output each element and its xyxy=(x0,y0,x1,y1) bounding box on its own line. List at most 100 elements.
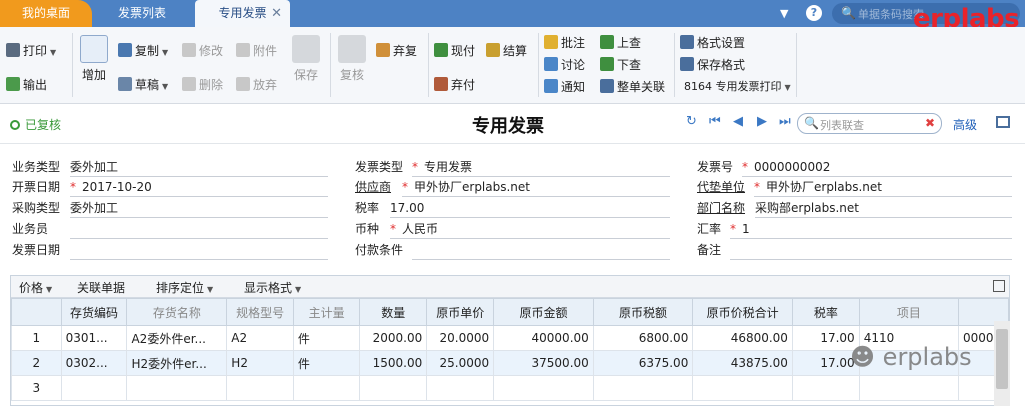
purchase-type-field[interactable]: 委外加工 xyxy=(70,198,328,218)
cell-rate[interactable] xyxy=(791,375,860,401)
col-header[interactable]: 数量 xyxy=(359,298,428,326)
currency-field[interactable]: * 人民币 xyxy=(390,219,670,239)
chevron-down-icon[interactable]: ▼ xyxy=(162,48,168,57)
list-lookup-input[interactable]: 🔍 列表联查 ✖ xyxy=(797,113,942,134)
cell-unit[interactable]: 件 xyxy=(292,325,361,351)
cell-qty[interactable] xyxy=(359,375,428,401)
cell-tax[interactable] xyxy=(592,375,694,401)
dept-field[interactable]: 采购部erplabs.net xyxy=(755,198,1012,218)
tab-invoice-list[interactable]: 发票列表 xyxy=(92,0,192,27)
col-header[interactable]: 规格型号 xyxy=(226,298,294,326)
expand-icon[interactable] xyxy=(993,280,1005,292)
col-header[interactable]: 原币价税合计 xyxy=(692,298,793,326)
cell-code[interactable]: 0302... xyxy=(60,350,128,376)
first-record-icon[interactable]: ⏮ xyxy=(709,114,721,129)
salesperson-field[interactable] xyxy=(70,219,328,239)
tab-my-desktop[interactable]: 我的桌面 xyxy=(0,0,92,27)
review-button[interactable]: 复核 xyxy=(336,35,368,83)
lookup-up-button[interactable]: 上查 xyxy=(600,33,641,53)
cancel-pay-button[interactable]: 弃付 xyxy=(434,75,475,95)
col-header[interactable]: 项目 xyxy=(858,298,960,326)
cell-qty[interactable]: 1500.00 xyxy=(359,350,428,376)
cell-name[interactable]: H2委外件er... xyxy=(126,350,228,376)
display-format-menu[interactable]: 显示格式 ▼ xyxy=(244,279,301,296)
cell-tax[interactable]: 6375.00 xyxy=(592,350,694,376)
lookup-down-button[interactable]: 下查 xyxy=(600,55,641,75)
attachment-button[interactable]: 附件 xyxy=(236,41,277,61)
format-settings-button[interactable]: 格式设置 xyxy=(680,33,745,53)
cell-total[interactable] xyxy=(692,375,793,401)
business-type-field[interactable]: 委外加工 xyxy=(70,157,328,177)
col-header[interactable]: 存货名称 xyxy=(126,298,228,326)
col-header[interactable]: 主计量 xyxy=(292,298,361,326)
tax-rate-field[interactable]: 17.00 xyxy=(390,198,670,218)
exchange-rate-field[interactable]: * 1 xyxy=(730,219,1012,239)
refresh-icon[interactable]: ↻ xyxy=(686,114,697,129)
link-doc-button[interactable]: 关联单据 xyxy=(77,279,125,296)
print-button[interactable]: 打印 ▼ xyxy=(6,41,56,61)
delete-button[interactable]: 删除 xyxy=(182,75,223,95)
cell-spec[interactable]: H2 xyxy=(226,350,294,376)
col-header[interactable]: 原币税额 xyxy=(592,298,694,326)
discuss-button[interactable]: 讨论 xyxy=(544,55,585,75)
col-header[interactable]: 原币金额 xyxy=(493,298,594,326)
close-icon[interactable]: ✕ xyxy=(271,0,282,27)
price-menu[interactable]: 价格 ▼ xyxy=(19,279,52,296)
export-button[interactable]: 输出 xyxy=(6,75,47,95)
link-all-button[interactable]: 整单关联 xyxy=(600,77,665,97)
advance-unit-field[interactable]: * 甲外协厂erplabs.net xyxy=(754,177,1012,197)
remark-field[interactable] xyxy=(730,240,1012,260)
cell-name[interactable]: A2委外件er... xyxy=(126,325,228,351)
supplier-field[interactable]: * 甲外协厂erplabs.net xyxy=(402,177,670,197)
dept-label[interactable]: 部门名称 xyxy=(697,198,745,218)
draft-button[interactable]: 草稿 ▼ xyxy=(118,75,168,95)
invoice-date-field[interactable]: * 2017-10-20 xyxy=(70,177,328,197)
prev-record-icon[interactable]: ◀ xyxy=(733,114,743,129)
table-row[interactable]: 3 xyxy=(11,375,1009,401)
cell-unit[interactable]: 件 xyxy=(292,350,361,376)
cell-amount[interactable]: 37500.00 xyxy=(493,350,594,376)
payment-terms-field[interactable] xyxy=(412,240,670,260)
annotate-button[interactable]: 批注 xyxy=(544,33,585,53)
cell-unit[interactable] xyxy=(292,375,361,401)
advanced-link[interactable]: 高级 xyxy=(953,116,977,133)
last-record-icon[interactable]: ⏭ xyxy=(779,114,791,129)
modify-button[interactable]: 修改 xyxy=(182,41,223,61)
cell-code[interactable]: 0301... xyxy=(60,325,128,351)
cell-name[interactable] xyxy=(126,375,228,401)
cell-spec[interactable] xyxy=(226,375,294,401)
invoice-type-field[interactable]: * 专用发票 xyxy=(412,157,670,177)
cash-pay-button[interactable]: 现付 xyxy=(434,41,475,61)
cell-project[interactable] xyxy=(858,375,960,401)
next-record-icon[interactable]: ▶ xyxy=(757,114,767,129)
scrollbar-thumb[interactable] xyxy=(996,329,1008,389)
cell-qty[interactable]: 2000.00 xyxy=(359,325,428,351)
chevron-down-icon[interactable]: ▼ xyxy=(162,82,168,91)
cell-tax[interactable]: 6800.00 xyxy=(592,325,694,351)
layout-icon[interactable] xyxy=(996,116,1010,128)
chevron-down-icon[interactable]: ▼ xyxy=(780,0,788,27)
send-date-field[interactable] xyxy=(70,240,328,260)
settle-button[interactable]: 结算 xyxy=(486,41,527,61)
unreview-button[interactable]: 弃复 xyxy=(376,41,417,61)
chevron-down-icon[interactable]: ▼ xyxy=(785,83,791,92)
supplier-label[interactable]: 供应商 xyxy=(355,177,391,197)
advance-unit-label[interactable]: 代垫单位 xyxy=(697,177,745,197)
cell-total[interactable]: 43875.00 xyxy=(692,350,793,376)
add-button[interactable]: 增加 xyxy=(78,35,110,83)
col-header[interactable]: 税率 xyxy=(791,298,860,326)
sort-menu[interactable]: 排序定位 ▼ xyxy=(156,279,213,296)
clear-icon[interactable]: ✖ xyxy=(925,116,935,130)
cell-code[interactable] xyxy=(60,375,128,401)
notify-button[interactable]: 通知 xyxy=(544,77,585,97)
tab-special-invoice[interactable]: 专用发票 ✕ xyxy=(195,0,290,27)
help-icon[interactable]: ? xyxy=(806,5,822,21)
cell-total[interactable]: 46800.00 xyxy=(692,325,793,351)
abandon-button[interactable]: 放弃 xyxy=(236,75,277,95)
cell-spec[interactable]: A2 xyxy=(226,325,294,351)
vertical-scrollbar[interactable] xyxy=(994,321,1010,406)
print-template-select[interactable]: 8164 专用发票打印 ▼ xyxy=(684,77,791,97)
copy-button[interactable]: 复制 ▼ xyxy=(118,41,168,61)
col-header[interactable]: 存货编码 xyxy=(60,298,128,326)
cell-price[interactable]: 20.0000 xyxy=(426,325,495,351)
